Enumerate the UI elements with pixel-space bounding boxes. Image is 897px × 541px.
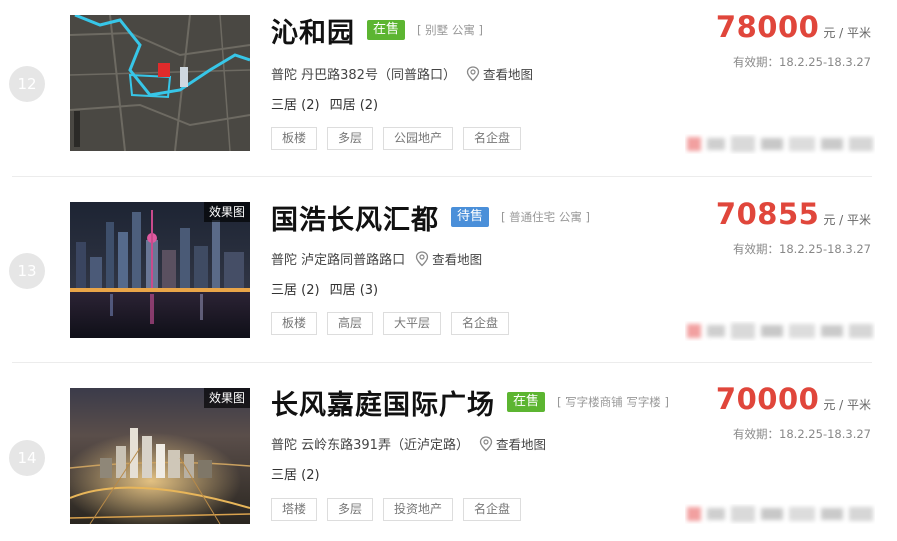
price-value: 78000 <box>715 10 820 44</box>
address-text: 普陀 云岭东路391弄（近泸定路） <box>271 438 469 453</box>
validity-period: 有效期：18.2.25-18.3.27 <box>733 427 871 441</box>
feature-tag: 投资地产 <box>383 498 454 521</box>
feature-tags: 板楼 多层 公园地产 名企盘 <box>271 127 531 150</box>
blurred-contact-info <box>687 323 873 339</box>
price-row: 70000 元 / 平米 <box>716 382 871 416</box>
map-pin-icon <box>479 435 493 451</box>
view-map-link[interactable]: 查看地图 <box>479 434 546 453</box>
listing-item[interactable]: 14 效果图 长风嘉庭国际广场 在售 [ 写字楼商铺 写字楼] 普陀 云岭东路… <box>0 372 897 541</box>
rendering-label: 效果图 <box>203 388 250 408</box>
listing-item[interactable]: 13 效果图 国浩长风汇都 待售 [普通住宅 公寓] 普陀 泸定路同普路路口… <box>0 187 897 362</box>
feature-tag: 名企盘 <box>463 127 522 150</box>
rank-badge: 12 <box>9 66 45 102</box>
listing-title[interactable]: 国浩长风汇都 <box>271 198 439 237</box>
status-badge: 待售 <box>451 207 490 227</box>
blurred-contact-info <box>687 506 873 522</box>
price-value: 70855 <box>715 197 820 231</box>
property-types: [ 别墅 公寓 ] <box>417 23 483 37</box>
room-types: 三居 (2) <box>271 464 320 483</box>
feature-tag: 高层 <box>327 312 374 335</box>
rendering-label: 效果图 <box>203 202 250 222</box>
room-type-item[interactable]: 三居 (2) <box>271 468 320 483</box>
aerial-rendering-image <box>70 388 250 524</box>
view-map-link[interactable]: 查看地图 <box>415 249 482 268</box>
feature-tags: 塔楼 多层 投资地产 名企盘 <box>271 498 531 521</box>
location-map-image <box>70 15 250 151</box>
view-map-label: 查看地图 <box>495 437 546 452</box>
feature-tag: 大平层 <box>383 312 442 335</box>
listing-title[interactable]: 长风嘉庭国际广场 <box>271 383 495 422</box>
view-map-label: 查看地图 <box>482 67 533 82</box>
room-type-item[interactable]: 四居 (3) <box>330 283 379 298</box>
room-types: 三居 (2) 四居 (3) <box>271 279 378 298</box>
feature-tag: 板楼 <box>271 312 318 335</box>
address-text: 普陀 丹巴路382号（同普路口） <box>271 68 456 83</box>
view-map-link[interactable]: 查看地图 <box>466 64 533 83</box>
title-row: 沁和园 在售 [ 别墅 公寓 ] <box>271 11 483 50</box>
view-map-label: 查看地图 <box>432 252 483 267</box>
listing-thumbnail-night-skyline[interactable]: 效果图 <box>70 202 250 338</box>
validity-period: 有效期：18.2.25-18.3.27 <box>733 55 871 69</box>
feature-tag: 多层 <box>327 127 374 150</box>
feature-tag: 多层 <box>327 498 374 521</box>
room-type-item[interactable]: 四居 (2) <box>330 98 379 113</box>
title-row: 长风嘉庭国际广场 在售 [ 写字楼商铺 写字楼 ] <box>271 383 669 422</box>
feature-tag: 名企盘 <box>451 312 510 335</box>
listing-item[interactable]: 12 沁和园 在售 [ 别墅 公寓 ] 普陀 丹巴路382号（同普路口） 查看地… <box>0 0 897 175</box>
feature-tag: 公园地产 <box>383 127 454 150</box>
price-unit: 元 / 平米 <box>823 26 871 40</box>
address-row: 普陀 泸定路同普路路口 查看地图 <box>271 249 482 268</box>
listing-title[interactable]: 沁和园 <box>271 11 355 50</box>
validity-period: 有效期：18.2.25-18.3.27 <box>733 242 871 256</box>
listing-thumbnail-map[interactable] <box>70 15 250 151</box>
price-value: 70000 <box>715 382 820 416</box>
feature-tags: 板楼 高层 大平层 名企盘 <box>271 312 519 335</box>
title-row: 国浩长风汇都 待售 [ 普通住宅 公寓 ] <box>271 198 590 237</box>
address-row: 普陀 云岭东路391弄（近泸定路） 查看地图 <box>271 434 546 453</box>
price-row: 70855 元 / 平米 <box>716 197 871 231</box>
price-unit: 元 / 平米 <box>823 398 871 412</box>
map-pin-icon <box>415 250 429 266</box>
property-types: [ 写字楼商铺 写字楼 ] <box>557 395 669 409</box>
address-row: 普陀 丹巴路382号（同普路口） 查看地图 <box>271 64 533 83</box>
map-pin-icon <box>466 65 480 81</box>
property-types: [ 普通住宅 公寓 ] <box>501 210 590 224</box>
listing-thumbnail-aerial[interactable]: 效果图 <box>70 388 250 524</box>
divider <box>12 362 872 363</box>
address-text: 普陀 泸定路同普路路口 <box>271 253 406 268</box>
rank-badge: 13 <box>9 253 45 289</box>
feature-tag: 名企盘 <box>463 498 522 521</box>
price-unit: 元 / 平米 <box>823 213 871 227</box>
feature-tag: 板楼 <box>271 127 318 150</box>
rank-badge: 14 <box>9 440 45 476</box>
feature-tag: 塔楼 <box>271 498 318 521</box>
price-row: 78000 元 / 平米 <box>716 10 871 44</box>
room-type-item[interactable]: 三居 (2) <box>271 283 320 298</box>
status-badge: 在售 <box>367 20 406 40</box>
blurred-contact-info <box>687 136 873 152</box>
room-type-item[interactable]: 三居 (2) <box>271 98 320 113</box>
skyline-image <box>70 202 250 338</box>
divider <box>12 176 872 177</box>
status-badge: 在售 <box>507 392 546 412</box>
room-types: 三居 (2) 四居 (2) <box>271 94 378 113</box>
